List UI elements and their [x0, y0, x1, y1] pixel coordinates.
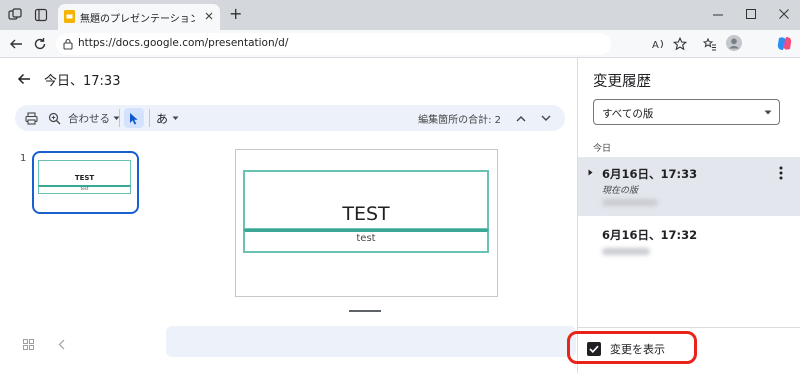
slide-subtitle: test [356, 233, 376, 244]
site-info-icon[interactable] [62, 38, 74, 50]
grid-view-icon[interactable] [23, 339, 34, 350]
panel-divider [578, 327, 800, 328]
toolbar-divider [119, 109, 120, 127]
thumb-title: TEST [74, 174, 95, 182]
refresh-icon[interactable] [33, 37, 47, 51]
read-aloud-icon[interactable]: A [652, 37, 666, 51]
chevron-up-icon[interactable] [516, 105, 526, 131]
close-tab-icon[interactable] [204, 11, 214, 21]
svg-text:A: A [652, 40, 659, 51]
tab-actions-icon[interactable] [34, 8, 48, 22]
highlight-annotation [567, 331, 697, 364]
version-filter-select[interactable]: すべての版 [593, 99, 780, 125]
tab-title: 無題のプレゼンテーション - Google ス [80, 14, 195, 25]
input-tools-button[interactable]: あ [156, 105, 179, 131]
pointer-icon [129, 112, 139, 125]
version-filter-value: すべての版 [602, 108, 654, 120]
section-label: 今日 [593, 144, 612, 154]
speaker-notes-handle[interactable] [349, 310, 381, 312]
chevron-down-icon[interactable] [541, 105, 551, 131]
slide-number: 1 [20, 153, 27, 164]
browser-tab-bar: 無題のプレゼンテーション - Google ス + [0, 0, 800, 30]
revision-item[interactable]: 6月16日、17:33 現在の版 [578, 157, 800, 216]
collapse-icon[interactable] [58, 339, 65, 350]
zoom-select[interactable]: 合わせる [68, 105, 120, 131]
toolbar: 合わせる あ 編集箇所の合計: 2 [15, 105, 565, 131]
revision-item[interactable]: 6月16日、17:32 [578, 216, 800, 266]
pointer-tool-button[interactable] [124, 108, 144, 128]
input-tools-label: あ [156, 111, 169, 126]
back-icon[interactable] [9, 37, 23, 51]
print-icon[interactable] [25, 105, 38, 131]
back-arrow-icon[interactable] [17, 72, 31, 86]
close-window-icon[interactable] [779, 9, 789, 19]
favorite-star-icon[interactable] [673, 37, 687, 51]
workspaces-icon[interactable] [8, 8, 22, 22]
expand-caret-icon[interactable] [588, 169, 593, 176]
caret-down-icon [764, 110, 772, 115]
edit-count: 編集箇所の合計: 2 [418, 114, 501, 126]
copilot-icon[interactable] [776, 35, 793, 52]
url-field[interactable]: https://docs.google.com/presentation/d/ [56, 33, 611, 55]
maximize-icon[interactable] [746, 9, 756, 19]
zoom-select-label: 合わせる [68, 112, 110, 125]
more-vert-icon[interactable] [779, 166, 783, 180]
caret-down-icon [172, 116, 179, 121]
panel-title: 変更履歴 [593, 74, 651, 90]
redacted-author [602, 248, 650, 255]
favorites-icon[interactable] [703, 37, 717, 51]
address-toolbar: https://docs.google.com/presentation/d/ … [0, 30, 800, 58]
slide-thumbnail[interactable]: TEST test [32, 151, 139, 214]
revision-time: 6月16日、17:32 [602, 228, 698, 242]
toolbar-divider [149, 109, 150, 127]
zoom-icon[interactable] [48, 105, 61, 131]
redacted-author [602, 199, 658, 206]
revision-status: 現在の版 [602, 186, 639, 196]
slide-title: TEST [342, 203, 390, 225]
profile-icon[interactable] [726, 35, 742, 51]
revision-time: 6月16日、17:33 [602, 167, 698, 181]
thumb-title-box [38, 160, 131, 186]
new-tab-button[interactable]: + [229, 4, 242, 23]
page-title: 今日、17:33 [44, 74, 121, 89]
url-text: https://docs.google.com/presentation/d/ [78, 37, 289, 49]
thumb-subtitle: test [80, 186, 89, 191]
active-tab[interactable]: 無題のプレゼンテーション - Google ス [58, 4, 220, 30]
speaker-notes-area[interactable] [166, 326, 576, 357]
minimize-icon[interactable] [713, 14, 723, 16]
slides-favicon [64, 10, 75, 23]
